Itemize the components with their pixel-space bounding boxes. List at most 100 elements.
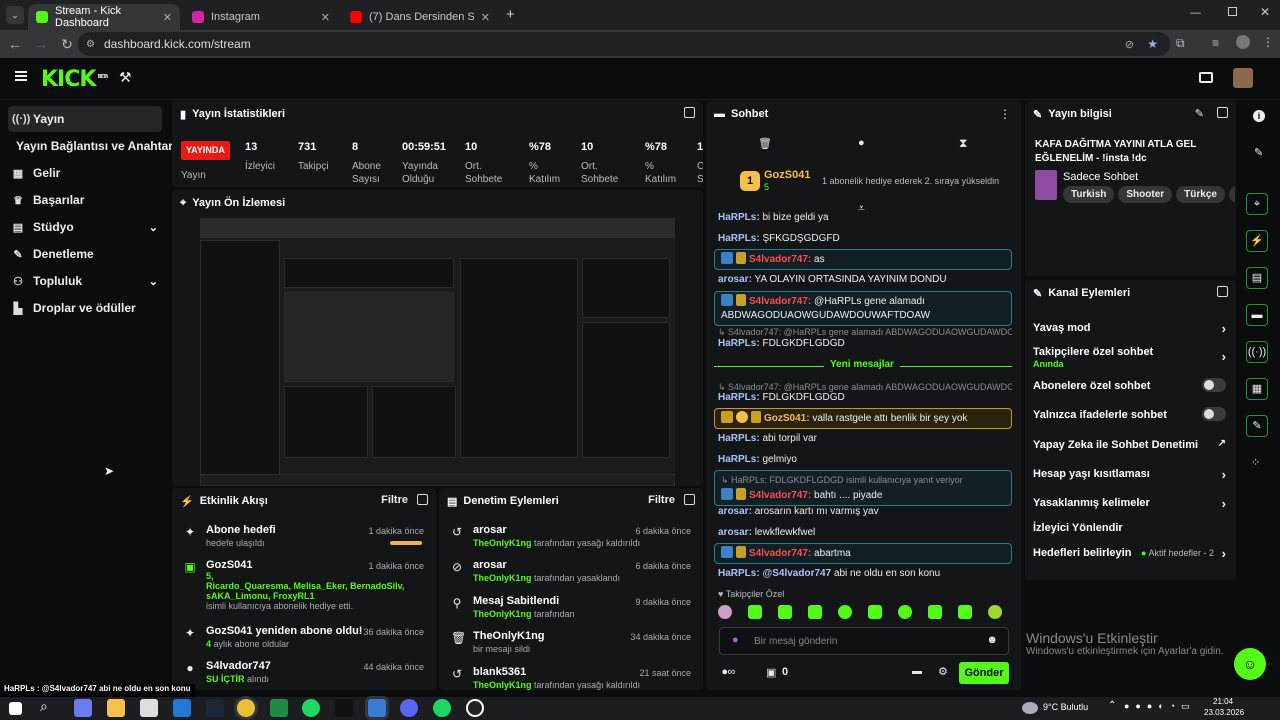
emote-icon[interactable] [928,605,942,619]
media-controls-icon[interactable]: ≡ [1212,36,1219,50]
close-tab-icon[interactable]: ✕ [321,11,330,24]
emote-icon[interactable] [898,605,912,619]
browser-tab-instagram[interactable]: Instagram ✕ [184,4,338,30]
tag-pill[interactable]: Shooter [1118,186,1173,203]
emote-icon[interactable] [988,605,1002,619]
user-avatar[interactable] [1233,68,1253,88]
rail-button-preview[interactable]: ⌖ [1246,193,1268,215]
outlook-icon[interactable] [173,699,191,717]
tools-icon[interactable]: ⚒ [119,69,132,86]
spotify-icon[interactable] [302,699,320,717]
account-age-action[interactable]: Hesap yaşı kısıtlaması › [1033,467,1226,482]
bookmark-star-icon[interactable]: ★ [1147,37,1158,51]
chat-bubble-icon[interactable]: ● [858,137,865,149]
emote-icon[interactable] [868,605,882,619]
forward-icon[interactable]: → [28,36,54,52]
kick-logo[interactable]: KICK BETA [41,67,109,92]
emote-icon[interactable] [838,605,852,619]
emote-icon[interactable] [778,605,792,619]
popout-icon[interactable] [1217,286,1228,297]
sidebar-item-community[interactable]: ⚇ Topluluk ⌄ [8,268,162,294]
close-tab-icon[interactable]: ✕ [481,11,490,24]
ai-moderation-action[interactable]: Yapay Zeka ile Sohbet Denetimi ↗ [1033,438,1226,451]
popout-icon[interactable] [1217,107,1228,118]
wallet-icon[interactable] [1199,72,1213,83]
chat-bubble-icon[interactable]: ▬ [912,666,922,677]
chat-input[interactable]: ● Bir mesaj gönderin ☻ [719,627,1009,655]
minimize-window-icon[interactable]: — [1190,7,1201,19]
tag-pill[interactable]: Türkçe [1176,186,1225,203]
new-tab-button[interactable]: + [506,6,515,23]
popout-icon[interactable] [684,494,695,505]
tag-pill[interactable]: air [1228,186,1235,203]
site-info-icon[interactable]: ⚙ [86,39,95,50]
windows-start-icon[interactable] [9,702,22,715]
slow-mode-action[interactable]: Yavaş mod › [1033,321,1226,336]
close-window-icon[interactable]: ✕ [1260,5,1270,19]
gear-icon[interactable]: ⚙ [938,665,948,678]
rail-button-tools[interactable]: ✎ [1246,415,1268,437]
pinned-leaderboard[interactable]: 1 GozS041 5 1 abonelik hediye ederek 2. … [740,169,1000,195]
send-button[interactable]: Gönder [959,662,1009,684]
sidebar-item-moderation[interactable]: ✎ Denetleme [8,241,162,267]
file-explorer-icon[interactable] [107,699,125,717]
microphone-icon[interactable]: ● [732,634,739,646]
url-field[interactable]: ⚙ dashboard.kick.com/stream ★ ⊘ [78,32,1170,56]
subscribers-only-toggle[interactable] [1202,378,1226,392]
steam-icon[interactable] [206,699,224,717]
hamburger-menu-icon[interactable] [15,71,27,81]
tab-list-dropdown[interactable]: ⌄ [6,6,24,24]
emote-icon[interactable] [958,605,972,619]
banned-words-action[interactable]: Yasaklanmış kelimeler › [1033,496,1226,511]
obs-icon[interactable] [466,699,484,717]
tiktok-icon[interactable] [335,699,353,717]
infinity-icon[interactable]: ⦁∞ [722,666,735,679]
maximize-window-icon[interactable] [1228,7,1237,16]
sidebar-item-drops[interactable]: ▙ Droplar ve ödüller [8,295,162,321]
emote-icon[interactable] [808,605,822,619]
back-icon[interactable]: ← [2,36,28,52]
popout-icon[interactable] [417,494,428,505]
rail-button-broadcast[interactable]: ((·)) [1246,341,1268,363]
stream-preview-video[interactable] [200,218,675,486]
spreadsheet-icon[interactable] [270,699,288,717]
app-icon[interactable] [368,699,386,717]
tray-chevron-icon[interactable]: ⌃ [1108,700,1116,711]
filter-button[interactable]: Filtre [381,494,408,506]
raid-action[interactable]: İzleyici Yönlendir [1033,522,1226,534]
trash-icon[interactable]: 🗑 [758,137,772,150]
tray-icons[interactable]: ●●●◐◔▭ [1124,701,1196,712]
discord-icon[interactable] [400,699,418,717]
chat-menu-icon[interactable]: ⋮ [999,107,1011,121]
browser-tab-kick[interactable]: Stream - Kick Dashboard ✕ [28,4,180,30]
edit-pencil-icon[interactable]: ✎ [1195,107,1204,120]
support-chat-button[interactable]: ☺ [1234,648,1266,680]
popout-icon[interactable] [684,107,695,118]
calendar-icon[interactable] [140,699,158,717]
spotify-icon[interactable] [433,699,451,717]
sidebar-item-stream-key[interactable]: Yayın Bağlantısı ve Anahtarı [0,133,176,159]
search-icon[interactable]: ⌕ [40,698,48,715]
tracking-blocked-icon[interactable]: ⊘ [1125,38,1134,51]
rail-button-activity[interactable]: ⚡ [1246,230,1268,252]
tag-pill[interactable]: Turkish [1063,186,1115,203]
browser-tab-youtube[interactable]: (7) Dans Dersinden Sonra Orta ✕ [342,4,498,30]
emotes-only-toggle[interactable] [1202,407,1226,421]
emote-icon[interactable] [718,605,732,619]
hourglass-icon[interactable]: ⧗ [959,136,967,151]
sidebar-item-achievements[interactable]: ♛ Başarılar [8,187,162,213]
reload-icon[interactable]: ↻ [54,36,80,53]
browser-menu-icon[interactable]: ⋮ [1262,35,1274,49]
emoji-icon[interactable]: ☻ [986,634,998,646]
close-tab-icon[interactable]: ✕ [163,11,172,24]
sidebar-item-studio[interactable]: ▤ Stüdyo ⌄ [8,214,162,240]
followers-only-action[interactable]: Takipçilere özel sohbet Anında › [1033,346,1226,370]
chrome-icon[interactable] [237,699,255,717]
rail-button-chat[interactable]: ▬ [1246,304,1268,326]
emote-icon[interactable] [748,605,762,619]
gift-box-icon[interactable]: ▣ [766,666,776,679]
rail-button-stats[interactable]: ▦ [1246,378,1268,400]
goals-action[interactable]: Hedefleri belirleyin ● Aktif hedefler - 2… [1033,546,1226,561]
filter-button[interactable]: Filtre [648,494,675,506]
extensions-icon[interactable]: ⧉ [1176,36,1185,51]
